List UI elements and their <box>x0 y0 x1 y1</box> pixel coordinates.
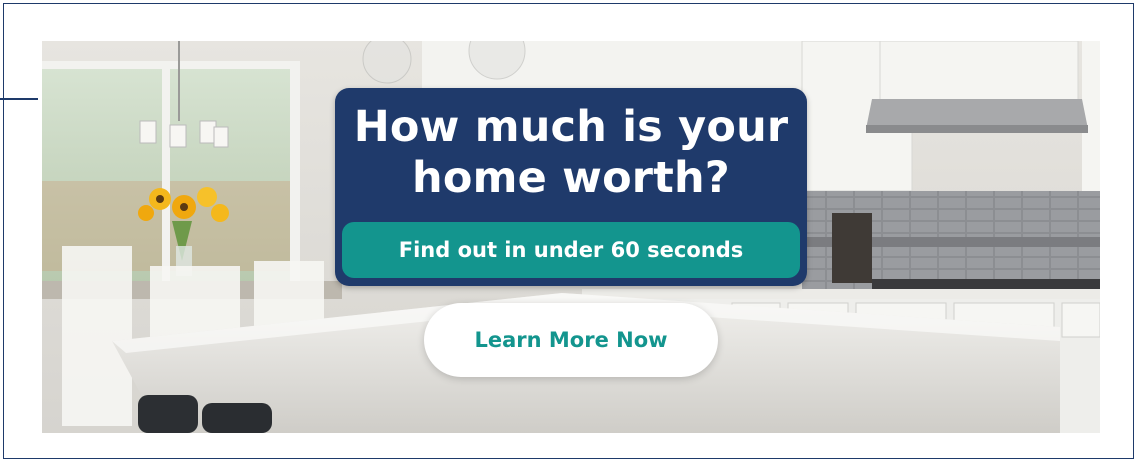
ad-banner[interactable]: How much is your home worth? Find out in… <box>42 41 1100 433</box>
learn-more-button[interactable]: Learn More Now <box>424 303 718 377</box>
subheadline-badge: Find out in under 60 seconds <box>342 222 800 278</box>
frame-divider <box>0 98 38 100</box>
headline-text: How much is your home worth? <box>353 102 789 203</box>
headline-panel: How much is your home worth? Find out in… <box>335 88 807 286</box>
